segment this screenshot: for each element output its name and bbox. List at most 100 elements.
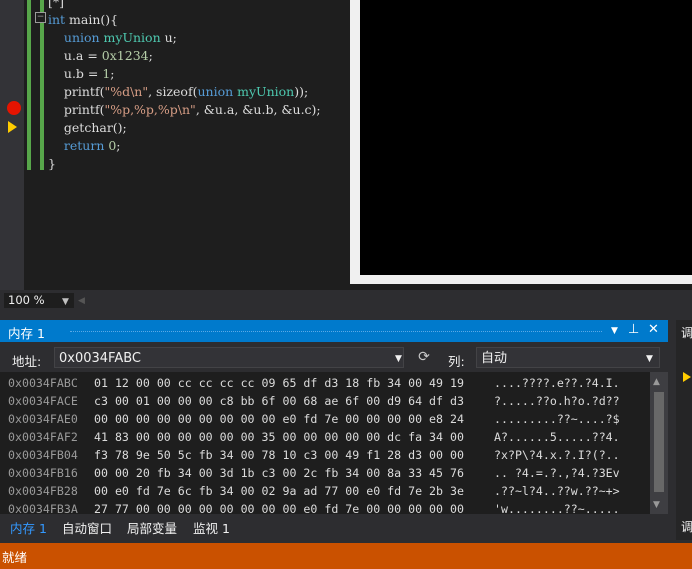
code-token: "%p,%p,%p\n" [104, 102, 196, 117]
change-indicator-bar [27, 0, 31, 170]
code-line[interactable]: u.a = 0x1234; [48, 47, 153, 65]
console-window[interactable] [360, 0, 692, 275]
code-line[interactable]: [*] [48, 0, 64, 11]
address-input[interactable]: 0x0034FABC [54, 347, 404, 368]
memory-ascii: ?.....??o.h?o.?d?? [494, 394, 620, 408]
memory-hex-bytes[interactable]: 00 00 20 fb 34 00 3d 1b c3 00 2c fb 34 0… [94, 464, 464, 482]
code-token: ; [148, 48, 153, 63]
breakpoint-gutter[interactable] [0, 0, 24, 290]
pin-icon[interactable]: ⊥ [628, 322, 639, 337]
code-line[interactable]: union myUnion u; [48, 29, 177, 47]
code-token: u; [164, 30, 177, 45]
zoom-value: 100 % [8, 293, 45, 307]
code-token: 0x1234 [101, 48, 149, 63]
code-token: , &u.a, &u.b, &u.c); [195, 102, 321, 117]
code-token: ; [110, 66, 115, 81]
code-token: myUnion [103, 30, 165, 45]
columns-label: 列: [448, 354, 465, 369]
code-token: u.a = [48, 48, 102, 63]
memory-address: 0x0034FACE [8, 394, 78, 408]
code-token: return [48, 138, 109, 153]
tab-locals[interactable]: 局部变量 [127, 518, 177, 537]
refresh-icon[interactable]: ⟳ [416, 349, 432, 365]
memory-address: 0x0034FB3A [8, 502, 78, 514]
memory-ascii: .. ?4.=.?.,?4.?3Ev [494, 466, 620, 480]
code-token: )); [294, 84, 309, 99]
breakpoint-icon[interactable] [7, 101, 21, 115]
memory-hex-bytes[interactable]: f3 78 9e 50 5c fb 34 00 78 10 c3 00 49 f… [94, 446, 464, 464]
code-line[interactable]: int main(){ [48, 11, 118, 29]
memory-row[interactable]: 0x0034FB16 00 00 20 fb 34 00 3d 1b c3 00 … [0, 464, 650, 482]
code-line[interactable]: } [48, 155, 56, 173]
memory-address: 0x0034FAF2 [8, 430, 78, 444]
memory-hex-bytes[interactable]: 00 e0 fd 7e 6c fb 34 00 02 9a ad 77 00 e… [94, 482, 464, 500]
memory-row[interactable]: 0x0034FABC 01 12 00 00 cc cc cc cc 09 65 … [0, 374, 650, 392]
code-line[interactable]: return 0; [48, 137, 121, 155]
scroll-down-icon[interactable]: ▼ [653, 500, 660, 510]
call-stack-panel [676, 320, 692, 540]
code-token: printf( [48, 102, 105, 117]
code-line[interactable]: printf("%p,%p,%p\n", &u.a, &u.b, &u.c); [48, 101, 321, 119]
tab-watch-1[interactable]: 监视 1 [193, 518, 230, 537]
dropdown-icon[interactable]: ▼ [611, 326, 618, 336]
code-token: u.b = [48, 66, 103, 81]
status-bar: 就绪 [0, 543, 692, 569]
code-token: union [48, 30, 104, 45]
memory-view[interactable]: 0x0034FABC 01 12 00 00 cc cc cc cc 09 65 … [0, 372, 650, 514]
memory-ascii: 'w........??~..... [494, 502, 620, 514]
memory-hex-bytes[interactable]: 41 83 00 00 00 00 00 00 35 00 00 00 00 0… [94, 428, 464, 446]
memory-hex-bytes[interactable]: 00 00 00 00 00 00 00 00 00 e0 fd 7e 00 0… [94, 410, 464, 428]
memory-ascii: A?......5.....??4. [494, 430, 620, 444]
collapse-icon[interactable]: − [35, 12, 46, 23]
code-token: main(){ [69, 12, 119, 27]
code-line[interactable]: u.b = 1; [48, 65, 115, 83]
horizontal-scroll-left-icon[interactable]: ◀ [78, 296, 85, 306]
editor-status-strip [0, 290, 692, 310]
memory-row[interactable]: 0x0034FB28 00 e0 fd 7e 6c fb 34 00 02 9a … [0, 482, 650, 500]
code-token: int [48, 12, 70, 27]
memory-row[interactable]: 0x0034FACE c3 00 01 00 00 00 c8 bb 6f 00 … [0, 392, 650, 410]
memory-row[interactable]: 0x0034FB04 f3 78 9e 50 5c fb 34 00 78 10 … [0, 446, 650, 464]
memory-panel-titlebar: 内存 1 ▼ ⊥ ✕ [0, 320, 668, 342]
status-text: 就绪 [2, 550, 28, 565]
scroll-up-icon[interactable]: ▲ [653, 377, 660, 387]
chevron-down-icon[interactable]: ▼ [646, 354, 653, 364]
memory-row[interactable]: 0x0034FAF2 41 83 00 00 00 00 00 00 35 00 … [0, 428, 650, 446]
close-icon[interactable]: ✕ [648, 322, 659, 337]
current-frame-arrow-icon [683, 372, 691, 382]
code-token: "%d\n" [104, 84, 149, 99]
chevron-down-icon[interactable]: ▼ [395, 354, 402, 364]
scrollbar-thumb[interactable] [654, 392, 664, 492]
code-line[interactable]: printf("%d\n", sizeof(union myUnion)); [48, 83, 308, 101]
tab-memory-1[interactable]: 内存 1 [10, 518, 47, 537]
tab-autos[interactable]: 自动窗口 [62, 518, 112, 537]
code-line[interactable]: getchar(); [48, 119, 127, 137]
memory-address: 0x0034FB04 [8, 448, 78, 462]
memory-row[interactable]: 0x0034FB3A 27 77 00 00 00 00 00 00 00 00 … [0, 500, 650, 514]
code-token: printf( [48, 84, 105, 99]
code-token: [*] [48, 0, 65, 9]
chevron-down-icon[interactable]: ▼ [62, 297, 69, 307]
right-panel-tab[interactable]: 调 [681, 518, 692, 535]
code-editor[interactable]: − [*] int main(){ union myUnion u; u.a = … [0, 0, 692, 290]
memory-address: 0x0034FAE0 [8, 412, 78, 426]
code-token: , sizeof( [148, 84, 198, 99]
code-token: ; [116, 138, 121, 153]
code-token: myUnion [237, 84, 295, 99]
memory-row[interactable]: 0x0034FAE0 00 00 00 00 00 00 00 00 00 e0 … [0, 410, 650, 428]
memory-address: 0x0034FB16 [8, 466, 78, 480]
memory-ascii: .??~l?4..??w.??~+> [494, 484, 620, 498]
change-indicator-bar [40, 0, 44, 170]
right-panel-title[interactable]: 调 [681, 324, 692, 341]
code-token: } [48, 156, 56, 171]
code-token: union [197, 84, 238, 99]
columns-select[interactable]: 自动 [476, 347, 660, 368]
memory-hex-bytes[interactable]: 27 77 00 00 00 00 00 00 00 00 e0 fd 7e 0… [94, 500, 464, 514]
address-label: 地址: [12, 354, 42, 369]
memory-address: 0x0034FABC [8, 376, 78, 390]
code-token: getchar(); [48, 120, 127, 135]
current-statement-arrow-icon [8, 121, 17, 133]
titlebar-grip[interactable] [70, 331, 602, 334]
memory-hex-bytes[interactable]: c3 00 01 00 00 00 c8 bb 6f 00 68 ae 6f 0… [94, 392, 464, 410]
memory-hex-bytes[interactable]: 01 12 00 00 cc cc cc cc 09 65 df d3 18 f… [94, 374, 464, 392]
